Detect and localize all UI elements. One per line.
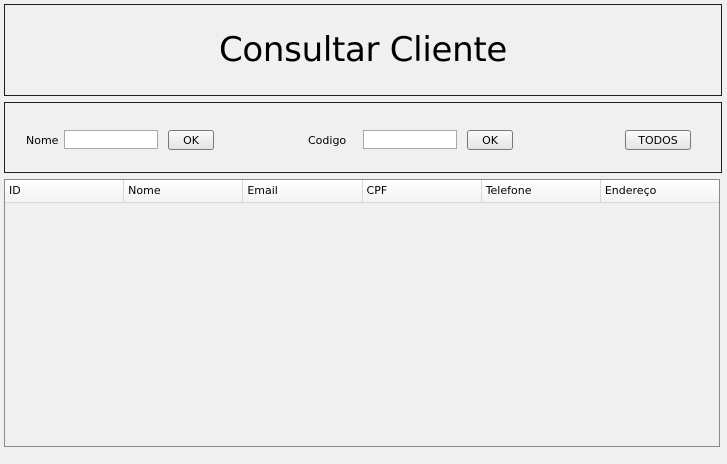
- code-label: Codigo: [308, 134, 347, 147]
- table-header: ID Nome Email CPF Telefone Endereço: [5, 180, 719, 203]
- column-header-email[interactable]: Email: [243, 180, 363, 202]
- name-input[interactable]: [64, 130, 158, 149]
- name-ok-button[interactable]: OK: [168, 130, 214, 150]
- search-panel: Nome OK Codigo OK TODOS: [4, 102, 722, 173]
- column-header-nome[interactable]: Nome: [124, 180, 244, 202]
- name-label: Nome: [26, 134, 59, 147]
- title-panel: Consultar Cliente: [4, 4, 722, 96]
- page-title: Consultar Cliente: [218, 30, 507, 70]
- window-content: Consultar Cliente Nome OK Codigo OK TODO…: [0, 0, 727, 464]
- table-body[interactable]: [5, 203, 719, 446]
- column-header-id[interactable]: ID: [5, 180, 125, 202]
- code-ok-button[interactable]: OK: [467, 130, 513, 150]
- column-header-endereco[interactable]: Endereço: [601, 180, 719, 202]
- column-header-cpf[interactable]: CPF: [363, 180, 482, 202]
- code-input[interactable]: [363, 130, 457, 149]
- all-button[interactable]: TODOS: [625, 130, 691, 150]
- column-header-telefone[interactable]: Telefone: [482, 180, 601, 202]
- clients-table[interactable]: ID Nome Email CPF Telefone Endereço: [4, 179, 720, 447]
